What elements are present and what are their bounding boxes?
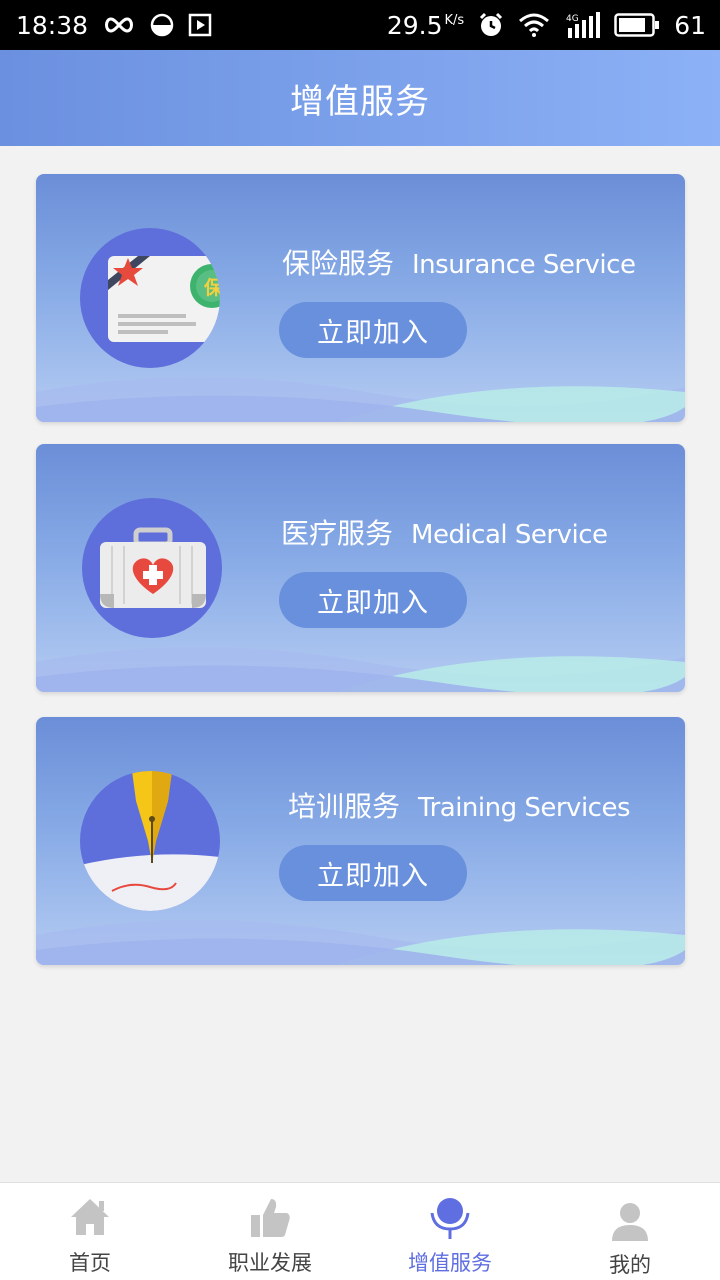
card-title: 保险服务 Insurance Service bbox=[282, 242, 636, 282]
speed-value: 29.5 bbox=[386, 10, 443, 40]
nav-label: 职业发展 bbox=[228, 1251, 312, 1275]
nav-item-mine[interactable]: 我的 bbox=[540, 1183, 720, 1280]
value-service-icon bbox=[428, 1195, 472, 1243]
media-play-icon bbox=[188, 13, 212, 37]
wifi-icon bbox=[518, 13, 550, 37]
page-title: 增值服务 bbox=[290, 81, 430, 122]
medical-service-card: 医疗服务 Medical Service 立即加入 bbox=[36, 444, 685, 692]
status-time: 18:38 bbox=[16, 10, 89, 40]
status-bar: 18:38 29.5 K/s 4G 61 bbox=[0, 0, 720, 50]
wave-decoration bbox=[36, 920, 685, 965]
wave-decoration bbox=[36, 647, 685, 692]
join-training-button[interactable]: 立即加入 bbox=[279, 845, 467, 901]
cell-signal-icon: 4G bbox=[564, 12, 601, 38]
card-title-en: Medical Service bbox=[411, 520, 608, 550]
speed-unit: K/s bbox=[444, 12, 465, 28]
card-title-en: Insurance Service bbox=[412, 250, 636, 280]
insurance-service-card: 保 保险服务 Insurance Service 立即加入 bbox=[36, 174, 685, 422]
card-title-en: Training Services bbox=[418, 793, 631, 823]
infinity-icon bbox=[102, 15, 136, 35]
user-icon bbox=[610, 1201, 650, 1245]
app-header: 增值服务 bbox=[0, 50, 720, 146]
bottom-nav: 首页 职业发展 增值服务 我的 bbox=[0, 1182, 720, 1280]
alarm-icon bbox=[478, 12, 504, 38]
network-type: 4G bbox=[566, 14, 579, 24]
nav-label: 首页 bbox=[69, 1251, 111, 1275]
wave-decoration bbox=[36, 377, 685, 422]
join-medical-button[interactable]: 立即加入 bbox=[279, 572, 467, 628]
nav-item-value-service[interactable]: 增值服务 bbox=[360, 1183, 540, 1280]
network-speed: 29.5 K/s bbox=[387, 11, 464, 40]
insurance-card-icon: 保 bbox=[80, 228, 220, 368]
nav-label: 我的 bbox=[609, 1253, 651, 1277]
nav-item-home[interactable]: 首页 bbox=[0, 1183, 180, 1280]
home-icon bbox=[69, 1197, 111, 1241]
nav-label: 增值服务 bbox=[408, 1251, 492, 1275]
card-title: 医疗服务 Medical Service bbox=[281, 512, 608, 552]
fountain-pen-icon bbox=[80, 771, 220, 911]
battery-level: 61 bbox=[674, 10, 706, 40]
training-service-card: 培训服务 Training Services 立即加入 bbox=[36, 717, 685, 965]
card-title-cn: 培训服务 bbox=[288, 790, 401, 823]
medical-kit-icon bbox=[82, 498, 222, 638]
battery-icon bbox=[614, 13, 660, 37]
thumbs-up-icon bbox=[249, 1197, 291, 1243]
card-title-cn: 医疗服务 bbox=[281, 517, 394, 550]
card-title: 培训服务 Training Services bbox=[288, 785, 631, 825]
half-circle-icon bbox=[150, 13, 174, 37]
join-insurance-button[interactable]: 立即加入 bbox=[279, 302, 467, 358]
nav-item-career[interactable]: 职业发展 bbox=[180, 1183, 360, 1280]
card-title-cn: 保险服务 bbox=[282, 247, 395, 280]
insurance-badge-char: 保 bbox=[203, 276, 220, 299]
